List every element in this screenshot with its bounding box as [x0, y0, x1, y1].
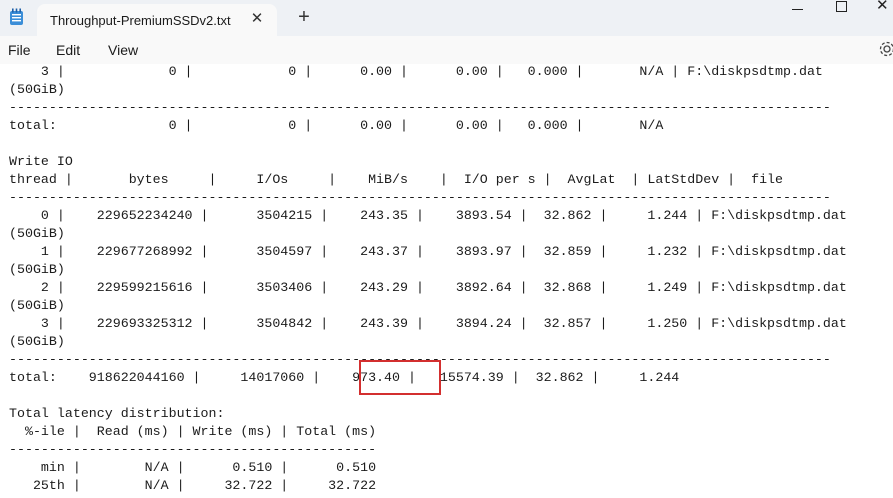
text-line: (50GiB) [9, 334, 65, 349]
tab-title: Throughput-PremiumSSDv2.txt [50, 13, 231, 28]
text-line: min | N/A | 0.510 | 0.510 [9, 460, 377, 475]
text-line: 0 | 229652234240 | 3504215 | 243.35 | 38… [9, 208, 847, 223]
text-line: 3 | 0 | 0 | 0.00 | 0.00 | 0.000 | N/A | … [9, 64, 823, 79]
title-bar: Throughput-PremiumSSDv2.txt ✕ + ✕ [0, 0, 893, 36]
close-window-button[interactable]: ✕ [864, 0, 893, 20]
text-line: 25th | N/A | 32.722 | 32.722 [9, 478, 377, 493]
notepad-icon [10, 8, 23, 25]
text-line: total: 0 | 0 | 0.00 | 0.00 | 0.000 | N/A [9, 118, 664, 133]
close-tab-icon[interactable]: ✕ [249, 11, 265, 27]
text-line [9, 135, 847, 153]
text-line: ----------------------------------------… [9, 190, 831, 205]
menu-bar: File Edit View [0, 36, 893, 64]
gear-icon[interactable] [877, 39, 893, 59]
text-line: ----------------------------------------… [9, 100, 831, 115]
text-line: thread | bytes | I/Os | MiB/s | I/O per … [9, 172, 784, 187]
text-editor[interactable]: 3 | 0 | 0 | 0.00 | 0.00 | 0.000 | N/A | … [0, 64, 893, 498]
text-line: (50GiB) [9, 226, 65, 241]
text-line: 3 | 229693325312 | 3504842 | 243.39 | 38… [9, 316, 847, 331]
minimize-icon [792, 9, 803, 10]
text-line: 1 | 229677268992 | 3504597 | 243.37 | 38… [9, 244, 847, 259]
minimize-button[interactable] [778, 0, 818, 20]
tab-document[interactable]: Throughput-PremiumSSDv2.txt ✕ [37, 4, 277, 36]
text-line: Total latency distribution: [9, 406, 225, 421]
highlight-annotation-box [359, 360, 441, 395]
menu-view[interactable]: View [108, 42, 138, 58]
text-line: (50GiB) [9, 262, 65, 277]
text-line: (50GiB) [9, 298, 65, 313]
maximize-icon [836, 1, 847, 12]
close-icon: ✕ [876, 0, 889, 14]
document-text: 3 | 0 | 0 | 0.00 | 0.00 | 0.000 | N/A | … [9, 64, 847, 495]
text-line: (50GiB) [9, 82, 65, 97]
menu-file[interactable]: File [8, 42, 31, 58]
text-line: ----------------------------------------… [9, 442, 377, 457]
text-line: Write IO [9, 154, 73, 169]
menu-edit[interactable]: Edit [56, 42, 80, 58]
text-line: 2 | 229599215616 | 3503406 | 243.29 | 38… [9, 280, 847, 295]
text-line: %-ile | Read (ms) | Write (ms) | Total (… [9, 424, 377, 439]
maximize-button[interactable] [822, 0, 862, 20]
new-tab-button[interactable]: + [295, 7, 313, 27]
